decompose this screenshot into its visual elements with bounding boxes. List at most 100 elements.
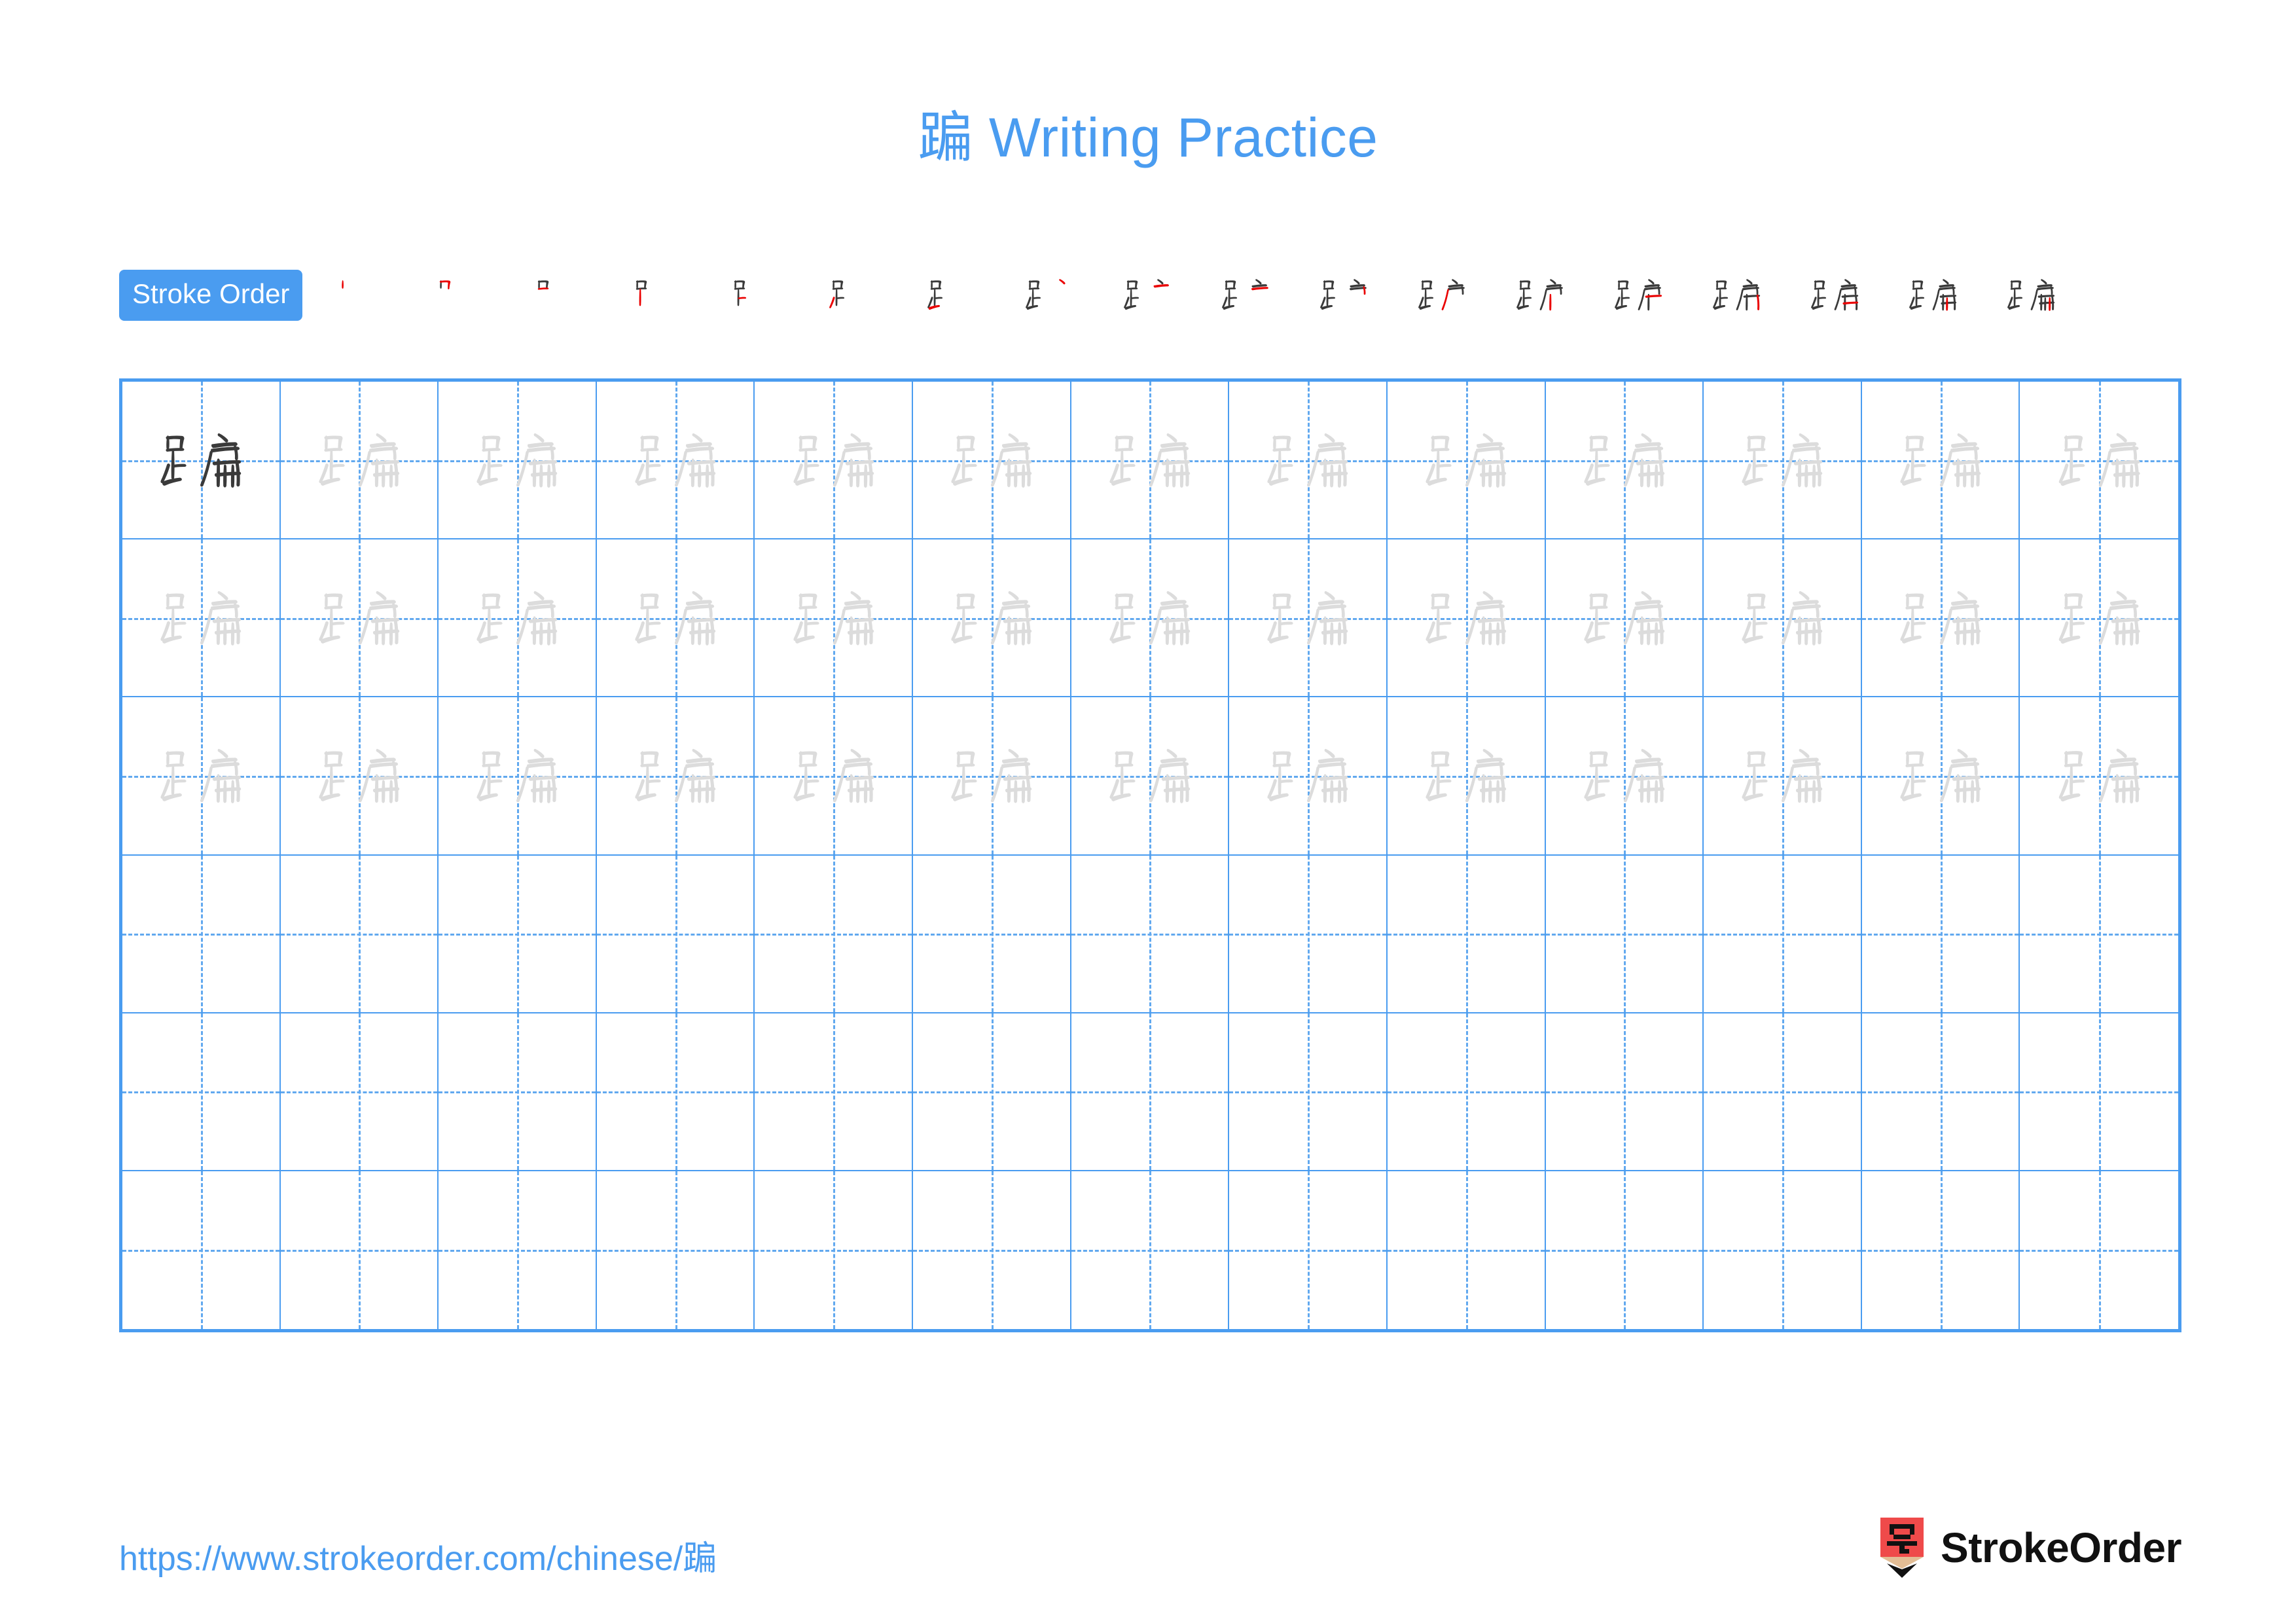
traced-character <box>281 382 438 538</box>
practice-cell-r4-c8[interactable] <box>1229 855 1388 1013</box>
practice-cell-r3-c5[interactable] <box>755 697 914 856</box>
practice-cell-r6-c13[interactable] <box>2020 1171 2178 1329</box>
practice-cell-r3-c4[interactable] <box>596 697 755 856</box>
traced-character <box>913 382 1070 538</box>
practice-cell-r1-c9[interactable] <box>1387 382 1546 540</box>
practice-cell-r4-c2[interactable] <box>280 855 439 1013</box>
practice-cell-r2-c8[interactable] <box>1229 539 1388 698</box>
practice-cell-r1-c7[interactable] <box>1071 382 1230 540</box>
practice-cell-r1-c3[interactable] <box>439 382 597 540</box>
practice-cell-r6-c9[interactable] <box>1387 1171 1546 1329</box>
practice-cell-r1-c1[interactable] <box>122 382 281 540</box>
practice-cell-r2-c9[interactable] <box>1387 539 1546 698</box>
practice-cell-r4-c3[interactable] <box>439 855 597 1013</box>
practice-cell-r5-c13[interactable] <box>2020 1013 2178 1171</box>
practice-cell-r1-c2[interactable] <box>280 382 439 540</box>
practice-cell-r5-c4[interactable] <box>596 1013 755 1171</box>
practice-cell-r5-c7[interactable] <box>1071 1013 1230 1171</box>
practice-cell-r1-c4[interactable] <box>596 382 755 540</box>
practice-cell-r2-c13[interactable] <box>2020 539 2178 698</box>
practice-cell-r2-c11[interactable] <box>1704 539 1862 698</box>
practice-cell-r5-c11[interactable] <box>1704 1013 1862 1171</box>
practice-cell-r4-c7[interactable] <box>1071 855 1230 1013</box>
practice-cell-r5-c6[interactable] <box>913 1013 1071 1171</box>
traced-character <box>1546 382 1703 538</box>
practice-cell-r6-c4[interactable] <box>596 1171 755 1329</box>
traced-character <box>1704 697 1861 854</box>
traced-character <box>597 697 754 854</box>
practice-cell-r6-c10[interactable] <box>1545 1171 1704 1329</box>
practice-cell-r2-c2[interactable] <box>280 539 439 698</box>
practice-cell-r2-c3[interactable] <box>439 539 597 698</box>
traced-character <box>913 539 1070 696</box>
stroke-step-3 <box>509 256 607 335</box>
practice-cell-r4-c1[interactable] <box>122 855 281 1013</box>
page-header: 蹁 Writing Practice <box>0 110 2296 165</box>
practice-grid <box>119 378 2181 1332</box>
practice-cell-r3-c9[interactable] <box>1387 697 1546 856</box>
practice-cell-r3-c3[interactable] <box>439 697 597 856</box>
stroke-step-17 <box>1884 256 1982 335</box>
traced-character <box>1704 539 1861 696</box>
practice-cell-r5-c12[interactable] <box>1861 1013 2020 1171</box>
practice-cell-r2-c7[interactable] <box>1071 539 1230 698</box>
practice-cell-r1-c11[interactable] <box>1704 382 1862 540</box>
practice-cell-r1-c5[interactable] <box>755 382 914 540</box>
practice-cell-r4-c10[interactable] <box>1545 855 1704 1013</box>
practice-cell-r6-c5[interactable] <box>755 1171 914 1329</box>
practice-cell-r2-c12[interactable] <box>1861 539 2020 698</box>
practice-cell-r3-c12[interactable] <box>1861 697 2020 856</box>
practice-cell-r4-c13[interactable] <box>2020 855 2178 1013</box>
practice-cell-r3-c13[interactable] <box>2020 697 2178 856</box>
practice-cell-r5-c3[interactable] <box>439 1013 597 1171</box>
practice-cell-r2-c6[interactable] <box>913 539 1071 698</box>
practice-cell-r5-c10[interactable] <box>1545 1013 1704 1171</box>
stroke-order-badge: Stroke Order <box>119 270 303 321</box>
practice-cell-r6-c2[interactable] <box>280 1171 439 1329</box>
practice-cell-r4-c11[interactable] <box>1704 855 1862 1013</box>
practice-cell-r6-c1[interactable] <box>122 1171 281 1329</box>
practice-cell-r4-c5[interactable] <box>755 855 914 1013</box>
practice-cell-r4-c9[interactable] <box>1387 855 1546 1013</box>
stroke-step-10 <box>1196 256 1295 335</box>
source-url-link[interactable]: https://www.strokeorder.com/chinese/蹁 <box>119 1531 717 1580</box>
page-title: 蹁 Writing Practice <box>918 107 1378 168</box>
traced-character <box>439 539 596 696</box>
practice-cell-r5-c2[interactable] <box>280 1013 439 1171</box>
practice-cell-r3-c11[interactable] <box>1704 697 1862 856</box>
practice-cell-r3-c8[interactable] <box>1229 697 1388 856</box>
practice-cell-r6-c12[interactable] <box>1861 1171 2020 1329</box>
practice-cell-r4-c4[interactable] <box>596 855 755 1013</box>
practice-cell-r6-c11[interactable] <box>1704 1171 1862 1329</box>
practice-cell-r5-c1[interactable] <box>122 1013 281 1171</box>
practice-cell-r5-c5[interactable] <box>755 1013 914 1171</box>
practice-cell-r3-c10[interactable] <box>1545 697 1704 856</box>
practice-cell-r6-c7[interactable] <box>1071 1171 1230 1329</box>
practice-cell-r1-c6[interactable] <box>913 382 1071 540</box>
practice-cell-r1-c12[interactable] <box>1861 382 2020 540</box>
practice-cell-r4-c12[interactable] <box>1861 855 2020 1013</box>
practice-cell-r2-c10[interactable] <box>1545 539 1704 698</box>
practice-cell-r3-c6[interactable] <box>913 697 1071 856</box>
practice-cell-r4-c6[interactable] <box>913 855 1071 1013</box>
brand-name: StrokeOrder <box>1941 1524 2181 1571</box>
practice-cell-r2-c5[interactable] <box>755 539 914 698</box>
practice-cell-r3-c2[interactable] <box>280 697 439 856</box>
practice-cell-r3-c1[interactable] <box>122 697 281 856</box>
practice-cell-r6-c8[interactable] <box>1229 1171 1388 1329</box>
practice-cell-r2-c4[interactable] <box>596 539 755 698</box>
practice-cell-r1-c10[interactable] <box>1545 382 1704 540</box>
practice-cell-r6-c6[interactable] <box>913 1171 1071 1329</box>
practice-cell-r5-c9[interactable] <box>1387 1013 1546 1171</box>
traced-character <box>913 697 1070 854</box>
traced-character <box>1546 697 1703 854</box>
traced-character <box>122 539 279 696</box>
practice-cell-r3-c7[interactable] <box>1071 697 1230 856</box>
traced-character <box>597 539 754 696</box>
practice-cell-r1-c13[interactable] <box>2020 382 2178 540</box>
stroke-step-12 <box>1393 256 1491 335</box>
practice-cell-r5-c8[interactable] <box>1229 1013 1388 1171</box>
practice-cell-r2-c1[interactable] <box>122 539 281 698</box>
practice-cell-r1-c8[interactable] <box>1229 382 1388 540</box>
practice-cell-r6-c3[interactable] <box>439 1171 597 1329</box>
